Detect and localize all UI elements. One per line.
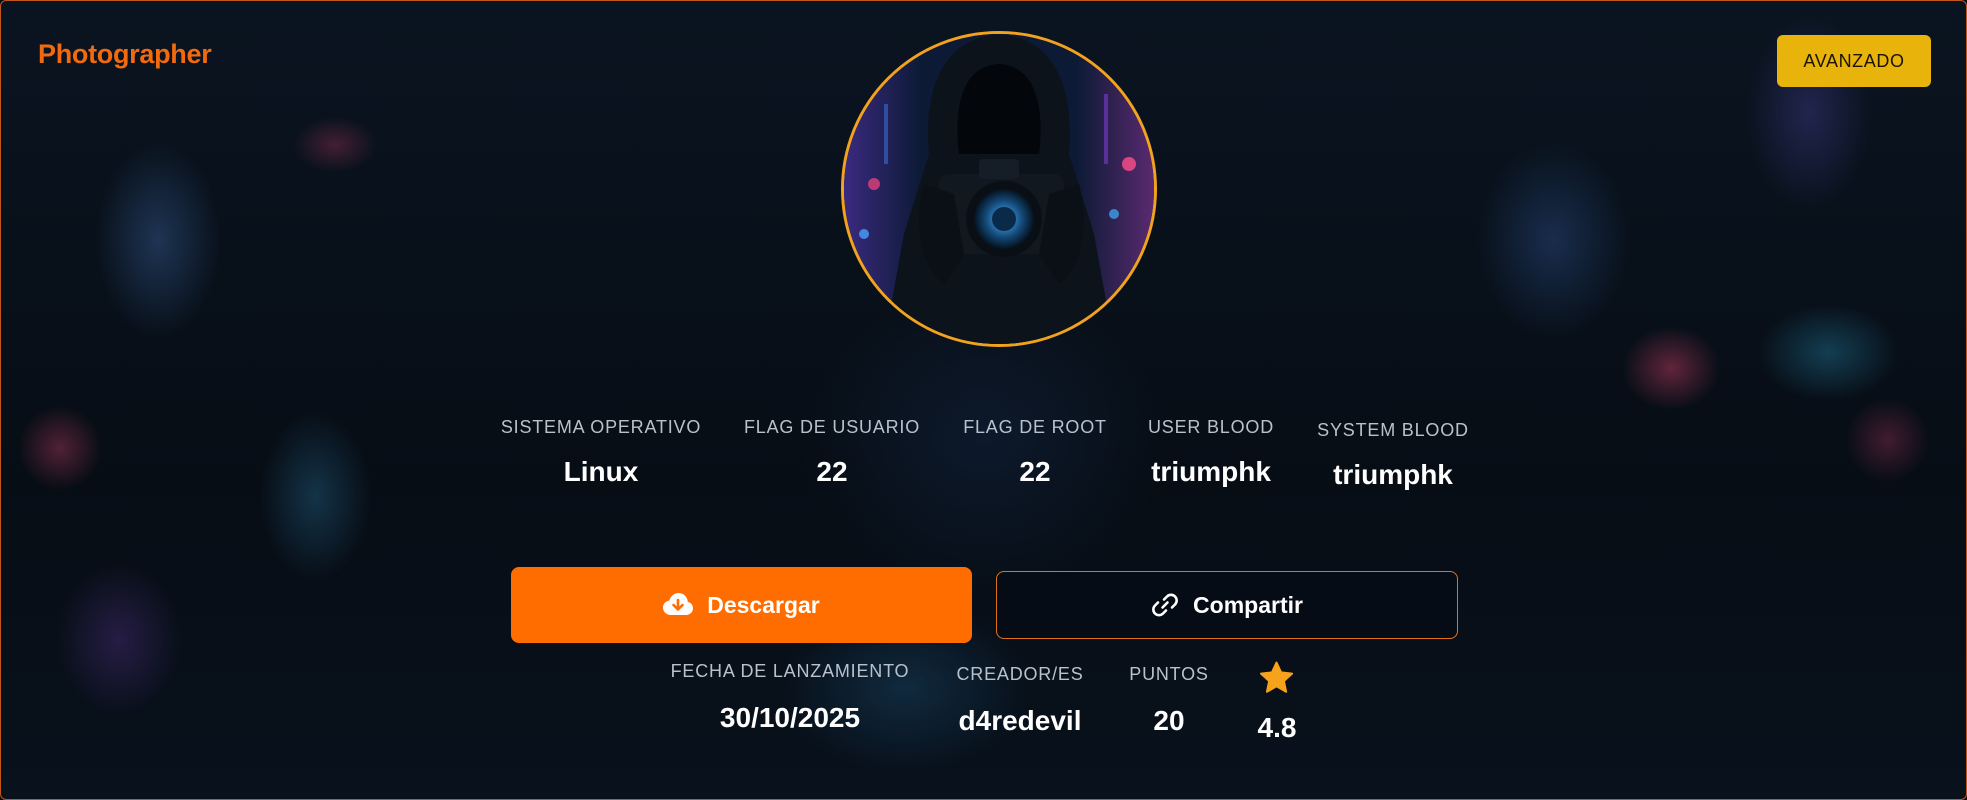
meta-label: CREADOR/ES: [956, 664, 1084, 684]
difficulty-badge: AVANZADO: [1777, 35, 1931, 87]
machine-avatar: [841, 31, 1157, 347]
machine-title: Photographer: [38, 39, 212, 69]
stat-label: SISTEMA OPERATIVO: [500, 417, 702, 437]
cloud-download-icon: [663, 593, 694, 615]
stat-value: Linux: [563, 456, 639, 487]
stat-os: SISTEMA OPERATIVO Linux: [501, 417, 701, 488]
meta-row: FECHA DE LANZAMIENTO 30/10/2025 CREADOR/…: [1, 661, 1966, 761]
rating-value: 4.8: [1257, 712, 1297, 743]
stat-label: FLAG DE ROOT: [963, 417, 1107, 437]
stat-value: triumphk: [1333, 459, 1453, 490]
stat-system-blood: SYSTEM BLOOD triumphk: [1317, 420, 1469, 491]
meta-value: 30/10/2025: [719, 702, 861, 733]
stat-user-blood: USER BLOOD triumphk: [1148, 417, 1274, 488]
stat-label: FLAG DE USUARIO: [743, 417, 921, 437]
stat-root-flag: FLAG DE ROOT 22: [963, 417, 1107, 488]
download-label: Descargar: [707, 591, 820, 618]
stat-value: 22: [816, 456, 848, 487]
machine-card: Photographer AVANZADO SISTEMA OPERATIVO …: [0, 0, 1967, 800]
meta-label: FECHA DE LANZAMIENTO: [670, 661, 910, 681]
hooded-photographer-image: [844, 34, 1154, 344]
meta-points: PUNTOS 20: [1129, 664, 1208, 737]
stat-user-flag: FLAG DE USUARIO 22: [744, 417, 920, 488]
stat-value: triumphk: [1151, 456, 1271, 487]
meta-label: PUNTOS: [1129, 664, 1209, 684]
stat-label: USER BLOOD: [1147, 417, 1275, 437]
link-icon: [1152, 593, 1178, 617]
stat-value: 22: [1019, 456, 1051, 487]
meta-value: d4redevil: [958, 705, 1082, 736]
meta-value: 20: [1153, 705, 1185, 736]
download-button[interactable]: Descargar: [511, 567, 972, 643]
stats-row: SISTEMA OPERATIVO Linux FLAG DE USUARIO …: [1, 417, 1966, 507]
share-button[interactable]: Compartir: [996, 571, 1458, 639]
meta-creators: CREADOR/ES d4redevil: [956, 664, 1083, 737]
stat-label: SYSTEM BLOOD: [1317, 420, 1469, 440]
meta-release-date: FECHA DE LANZAMIENTO 30/10/2025: [671, 661, 910, 734]
star-icon: [1260, 661, 1294, 693]
share-label: Compartir: [1193, 591, 1303, 618]
meta-rating: 4.8: [1257, 661, 1297, 744]
